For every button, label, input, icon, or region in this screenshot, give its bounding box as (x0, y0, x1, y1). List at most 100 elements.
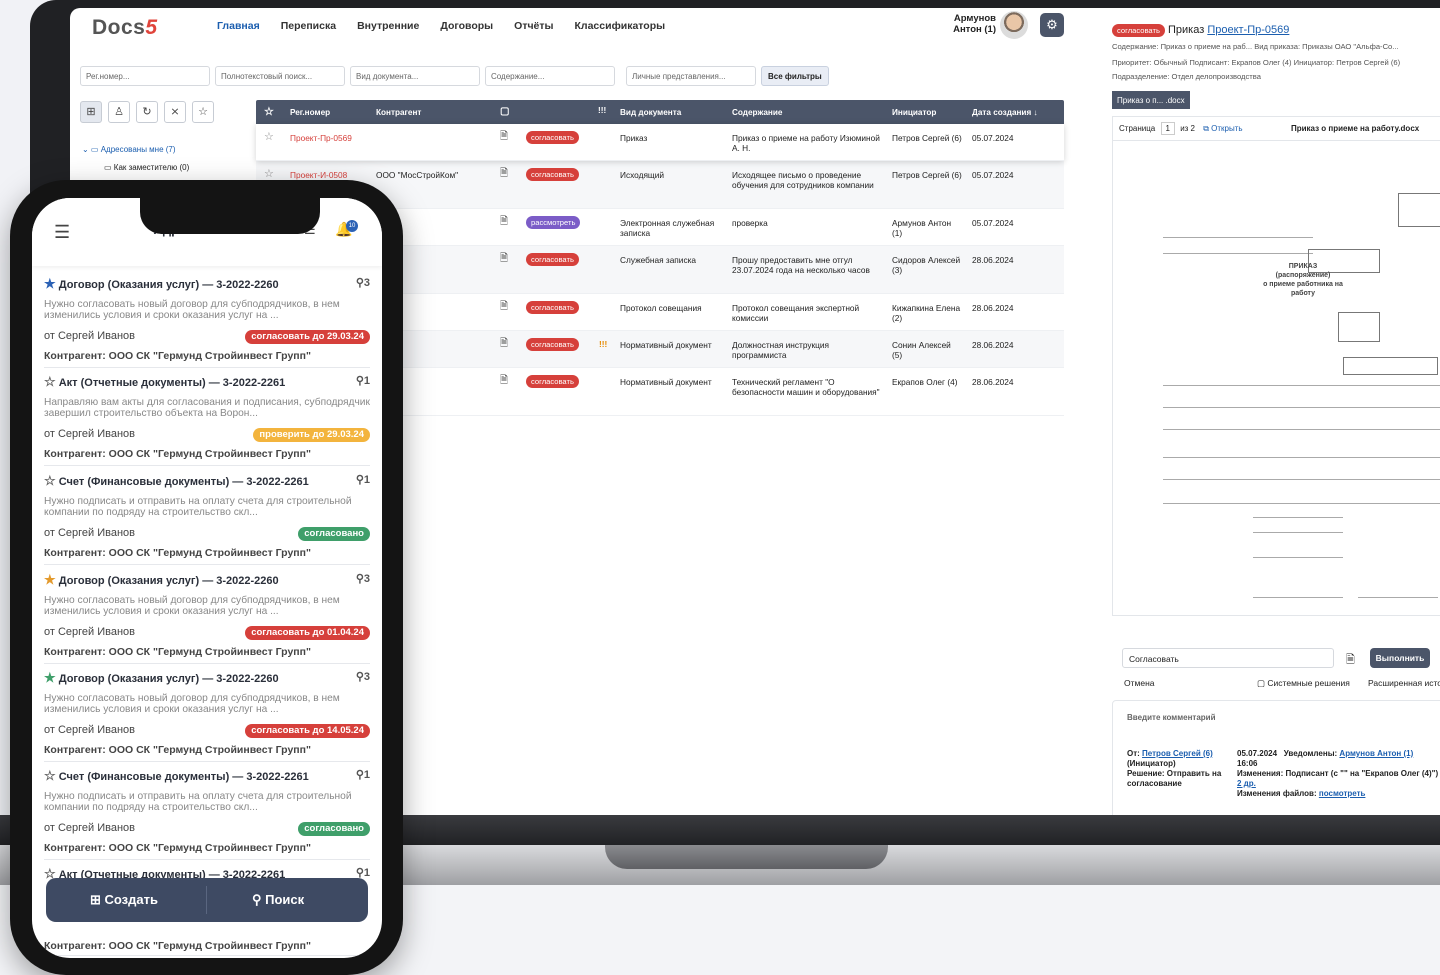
list-item[interactable]: ☆ Счет (Финансовые документы) — 3-2022-2… (44, 473, 370, 565)
filter-bar: Рег.номер... Полнотекстовый поиск... Вид… (80, 66, 829, 86)
file-icon[interactable]: 🗎 (500, 217, 508, 227)
card-counterparty: Контрагент: ООО СК "Гермунд Стройинвест … (44, 547, 311, 559)
file-icon[interactable]: 🗎 (500, 376, 508, 386)
cancel-link[interactable]: Отмена (1124, 678, 1155, 688)
doc-type-select[interactable]: Вид документа... (350, 66, 480, 86)
star-icon[interactable]: ☆ (44, 374, 56, 389)
file-icon[interactable]: 🗎 (500, 169, 508, 179)
page-input[interactable]: 1 (1160, 122, 1175, 135)
status-badge: согласовать (1112, 24, 1165, 37)
list-item[interactable]: ★ Договор (Оказания услуг) — 3-2022-2260… (44, 276, 370, 368)
file-tab[interactable]: Приказ о п... .docx (1112, 91, 1190, 109)
notified-link[interactable]: Армунов Антон (1) (1339, 749, 1413, 758)
personal-views-select[interactable]: Личные представления... (626, 66, 756, 86)
user-icon[interactable]: ♙ (108, 101, 130, 123)
system-decisions-checkbox[interactable]: ▢ Системные решения (1257, 678, 1350, 689)
file-icon[interactable]: 🗎 (500, 302, 508, 312)
col-init[interactable]: Инициатор (892, 108, 936, 117)
star-icon[interactable]: ☆ (44, 768, 56, 783)
star-icon[interactable]: ★ (44, 572, 56, 587)
view-files-link[interactable]: посмотреть (1319, 789, 1366, 798)
tree-item-deputy[interactable]: ▭ Как заместителю (0) (82, 159, 189, 177)
user-name[interactable]: Армунов Антон (1) (938, 13, 996, 35)
phone-bottom-bar: ⊞ Создать ⚲ Поиск (46, 878, 368, 922)
document-icon[interactable]: 🗎 (1346, 651, 1355, 670)
card-description: Нужно подписать и отправить на оплату сч… (44, 791, 352, 813)
col-kontr[interactable]: Контрагент (376, 108, 421, 117)
counterparty: ООО "МосСтройКом" (376, 170, 459, 180)
comment-input[interactable]: Введите комментарий (1127, 713, 1216, 722)
doc-type: Исходящий (620, 170, 665, 180)
col-date[interactable]: Дата создания ↓ (972, 108, 1038, 117)
grid-view-icon[interactable]: ⊞ (80, 101, 102, 123)
deadline-badge: согласовано (298, 527, 370, 541)
table-row[interactable]: ☆ Проект-Пр-0569 🗎 согласовать Приказ Приказ … (256, 124, 1064, 161)
doc-type: Протокол совещания (620, 303, 702, 313)
reg-number[interactable]: Проект-И-0508 (290, 170, 347, 180)
file-icon[interactable]: 🗎 (500, 339, 508, 349)
star-icon[interactable]: ☆ (192, 101, 214, 123)
phone-screen: ☰ Адресовано мне ⚌ 🔔 10 ★ Договор (Оказа… (32, 198, 382, 958)
doc-content: Технический регламент "О безопасности ма… (732, 377, 880, 397)
search-button[interactable]: ⚲ Поиск (252, 892, 304, 908)
file-name: Приказ о приеме на работу.docx (1291, 124, 1420, 133)
extended-history-link[interactable]: Расширенная история (1368, 678, 1440, 688)
attachment-icon: ⚲1 (355, 375, 370, 387)
col-reg[interactable]: Рег.номер (290, 108, 330, 117)
nav-item-home[interactable]: Главная (217, 20, 260, 32)
created-date: 28.06.2024 (972, 340, 1014, 350)
created-date: 28.06.2024 (972, 303, 1014, 313)
list-item[interactable]: ★ Договор (Оказания услуг) — 3-2022-2260… (44, 670, 370, 762)
list-item[interactable]: ☆ Акт (Отчетные документы) — 3-2022-2261… (44, 374, 370, 466)
initiator: Екрапов Олег (4) (892, 377, 958, 387)
filter-off-icon[interactable]: ⨯ (164, 101, 186, 123)
execute-button[interactable]: Выполнить (1370, 648, 1430, 668)
file-column-icon: ▢ (500, 106, 510, 117)
star-icon[interactable]: ★ (44, 670, 56, 685)
refresh-icon[interactable]: ↻ (136, 101, 158, 123)
meta-line-1: Содержание: Приказ о приеме на раб... Ви… (1112, 42, 1399, 51)
more-changes-link[interactable]: 2 др. (1237, 779, 1440, 789)
content-filter[interactable]: Содержание... (485, 66, 615, 86)
favorite-star-icon[interactable]: ☆ (264, 132, 274, 143)
open-link[interactable]: ⧉ Открыть (1203, 124, 1242, 133)
card-description: Нужно согласовать новый договор для субп… (44, 693, 340, 715)
card-counterparty: Контрагент: ООО СК "Гермунд Стройинвест … (44, 744, 311, 756)
card-title: Счет (Финансовые документы) — 3-2022-226… (58, 771, 309, 783)
decision-select[interactable]: Согласовать (1122, 648, 1334, 668)
list-item[interactable]: ☆ Счет (Финансовые документы) — 3-2022-2… (44, 768, 370, 860)
nav-item-reports[interactable]: Отчёты (514, 20, 553, 32)
create-button[interactable]: ⊞ Создать (90, 892, 158, 908)
avatar[interactable] (1000, 11, 1028, 39)
favorite-star-icon[interactable]: ☆ (264, 169, 274, 180)
doc-content: Прошу предоставить мне отгул 23.07.2024 … (732, 255, 870, 275)
attachment-icon: ⚲3 (355, 277, 370, 289)
card-sender: от Сергей Иванов (44, 626, 136, 638)
settings-gear-icon[interactable]: ⚙ (1040, 13, 1064, 37)
reg-number[interactable]: Проект-Пр-0569 (290, 133, 352, 143)
star-icon[interactable]: ★ (44, 276, 56, 291)
nav-item-classifiers[interactable]: Классификаторы (575, 20, 666, 32)
col-vid[interactable]: Вид документа (620, 108, 681, 117)
initiator: Кижапкина Елена (2) (892, 303, 961, 323)
all-filters-button[interactable]: Все фильтры (761, 66, 829, 86)
nav-item-correspondence[interactable]: Переписка (281, 20, 336, 32)
status-badge: согласовать (526, 338, 579, 351)
priority-icon: !!! (599, 339, 608, 349)
star-icon[interactable]: ☆ (44, 473, 56, 488)
file-icon[interactable]: 🗎 (500, 254, 508, 264)
author-link[interactable]: Петров Сергей (6) (1142, 749, 1213, 758)
tree-item-addressed[interactable]: ⌄ ▭ Адресованы мне (7) (82, 141, 189, 159)
phone-notch (140, 198, 320, 234)
list-item[interactable]: ★ Договор (Оказания услуг) — 3-2022-2260… (44, 572, 370, 664)
nav-item-contracts[interactable]: Договоры (440, 20, 493, 32)
nav-item-internal[interactable]: Внутренние (357, 20, 419, 32)
reg-number-filter[interactable]: Рег.номер... (80, 66, 210, 86)
star-column-icon: ☆ (264, 106, 274, 118)
fulltext-search-input[interactable]: Полнотекстовый поиск... (215, 66, 345, 86)
initiator: Сонин Алексей (5) (892, 340, 951, 360)
file-icon[interactable]: 🗎 (500, 132, 508, 142)
doc-number-link[interactable]: Проект-Пр-0569 (1207, 24, 1289, 36)
col-content[interactable]: Содержание (732, 108, 782, 117)
card-counterparty: Контрагент: ООО СК "Гермунд Стройинвест … (44, 940, 311, 952)
